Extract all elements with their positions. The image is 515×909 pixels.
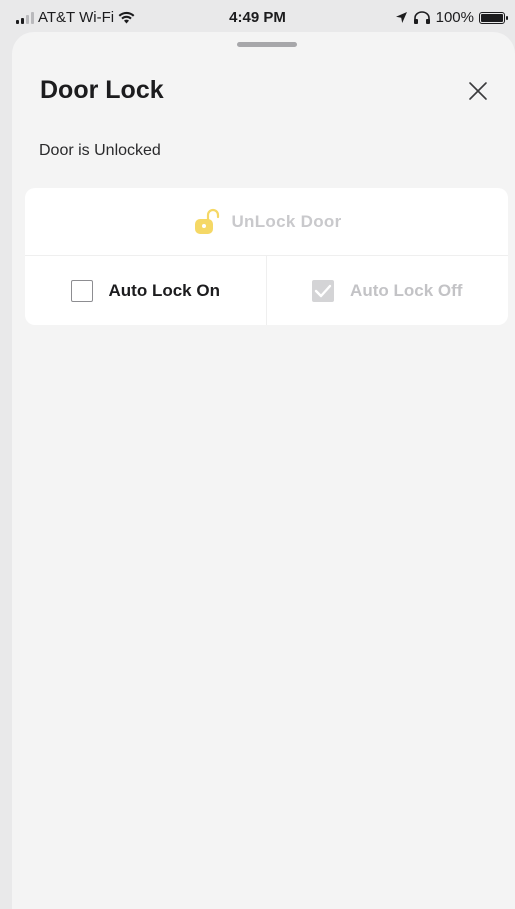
auto-lock-toggle-row: Auto Lock On Auto Lock Off <box>25 256 508 325</box>
unlocked-padlock-icon <box>195 208 220 234</box>
auto-lock-on-checkbox[interactable] <box>70 279 93 302</box>
auto-lock-on-option[interactable]: Auto Lock On <box>25 256 267 325</box>
system-indicators: 100% <box>395 9 508 26</box>
battery-fill <box>481 13 503 22</box>
auto-lock-on-label: Auto Lock On <box>108 280 220 300</box>
unlock-door-button[interactable]: UnLock Door <box>25 188 508 256</box>
battery-percentage: 100% <box>435 9 474 26</box>
status-bar: AT&T Wi-Fi 4:49 PM 100% <box>0 0 515 34</box>
checkmark-icon <box>314 284 332 297</box>
headphones-icon <box>413 11 430 24</box>
lock-controls-card: UnLock Door Auto Lock On Auto Lock Off <box>25 188 508 325</box>
sheet-grabber[interactable] <box>237 42 297 47</box>
door-status-text: Door is Unlocked <box>39 142 161 159</box>
auto-lock-off-checkbox[interactable] <box>312 279 335 302</box>
unlock-door-label: UnLock Door <box>231 211 342 231</box>
auto-lock-off-option[interactable]: Auto Lock Off <box>267 256 509 325</box>
close-icon <box>469 82 487 100</box>
auto-lock-off-label: Auto Lock Off <box>350 280 463 300</box>
close-button[interactable] <box>464 77 492 105</box>
page-title: Door Lock <box>40 76 164 104</box>
battery-icon <box>479 11 508 24</box>
location-arrow-icon <box>395 12 407 23</box>
door-lock-sheet: Door Lock Door is Unlocked UnLock Door A… <box>12 32 515 909</box>
